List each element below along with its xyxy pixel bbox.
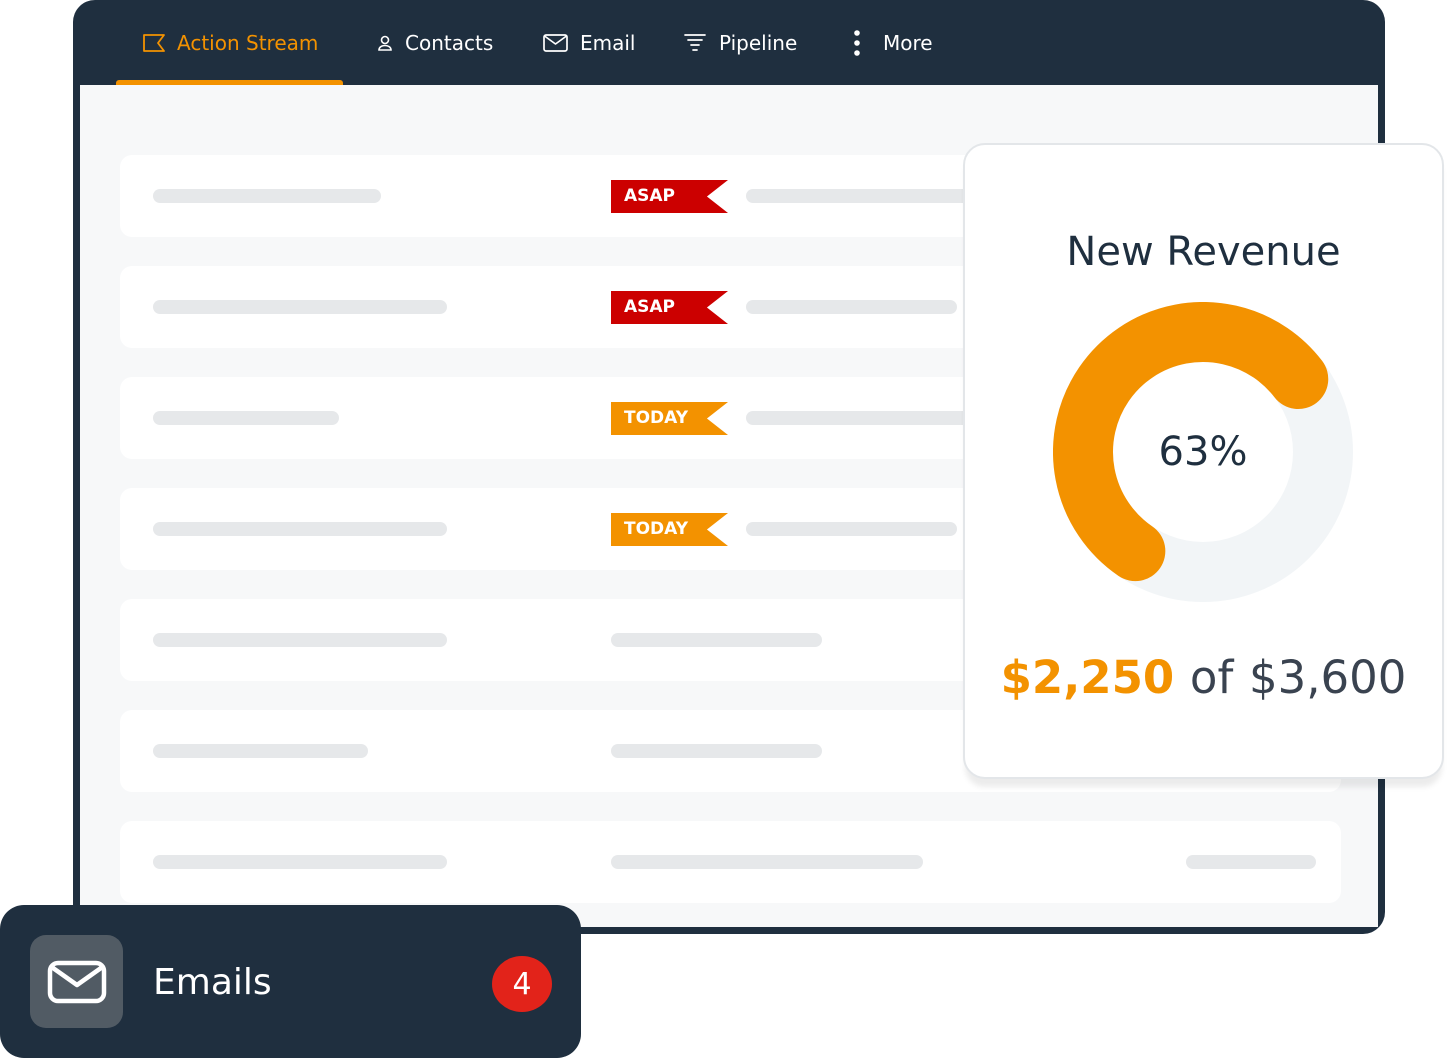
tab-contacts[interactable]: Contacts xyxy=(377,0,493,85)
placeholder-bar xyxy=(153,411,339,425)
tab-more[interactable]: More xyxy=(853,0,933,85)
list-item[interactable] xyxy=(120,821,1341,903)
placeholder-bar xyxy=(153,744,368,758)
tab-label: Pipeline xyxy=(719,30,798,55)
placeholder-bar xyxy=(153,300,447,314)
envelope-icon xyxy=(30,935,123,1028)
tab-label: More xyxy=(883,30,933,55)
tab-pipeline[interactable]: Pipeline xyxy=(683,0,797,85)
tab-email[interactable]: Email xyxy=(543,0,636,85)
placeholder-bar xyxy=(611,855,923,869)
email-icon xyxy=(543,33,568,52)
revenue-card: New Revenue 63% $2,250 of $3,600 xyxy=(963,143,1444,779)
placeholder-bar xyxy=(611,744,822,758)
tab-label: Email xyxy=(580,30,636,55)
placeholder-bar xyxy=(153,522,447,536)
pipeline-funnel-icon xyxy=(683,32,707,54)
revenue-title: New Revenue xyxy=(1066,229,1341,275)
action-stream-icon xyxy=(143,33,165,52)
emails-label: Emails xyxy=(153,962,272,1003)
placeholder-bar xyxy=(153,189,381,203)
top-nav: Action Stream Contacts Email Pipeline Mo… xyxy=(73,0,1385,85)
placeholder-bar xyxy=(611,633,822,647)
contact-icon xyxy=(377,34,393,52)
email-count-badge: 4 xyxy=(492,956,552,1012)
revenue-current: $2,250 xyxy=(1000,651,1175,704)
placeholder-bar xyxy=(153,855,447,869)
priority-flag: TODAY xyxy=(611,402,728,435)
tab-label: Contacts xyxy=(405,30,494,55)
priority-flag: ASAP xyxy=(611,180,728,213)
priority-flag: ASAP xyxy=(611,291,728,324)
revenue-separator: of xyxy=(1189,651,1234,704)
revenue-percent: 63% xyxy=(1158,429,1248,475)
placeholder-bar xyxy=(746,300,957,314)
more-vertical-icon xyxy=(853,29,861,56)
tab-action-stream[interactable]: Action Stream xyxy=(115,0,344,85)
priority-flag: TODAY xyxy=(611,513,728,546)
revenue-target: $3,600 xyxy=(1248,651,1407,704)
placeholder-bar xyxy=(1186,855,1316,869)
placeholder-bar xyxy=(153,633,447,647)
revenue-amount: $2,250 of $3,600 xyxy=(965,651,1442,704)
tab-label: Action Stream xyxy=(177,30,319,55)
placeholder-bar xyxy=(746,522,957,536)
